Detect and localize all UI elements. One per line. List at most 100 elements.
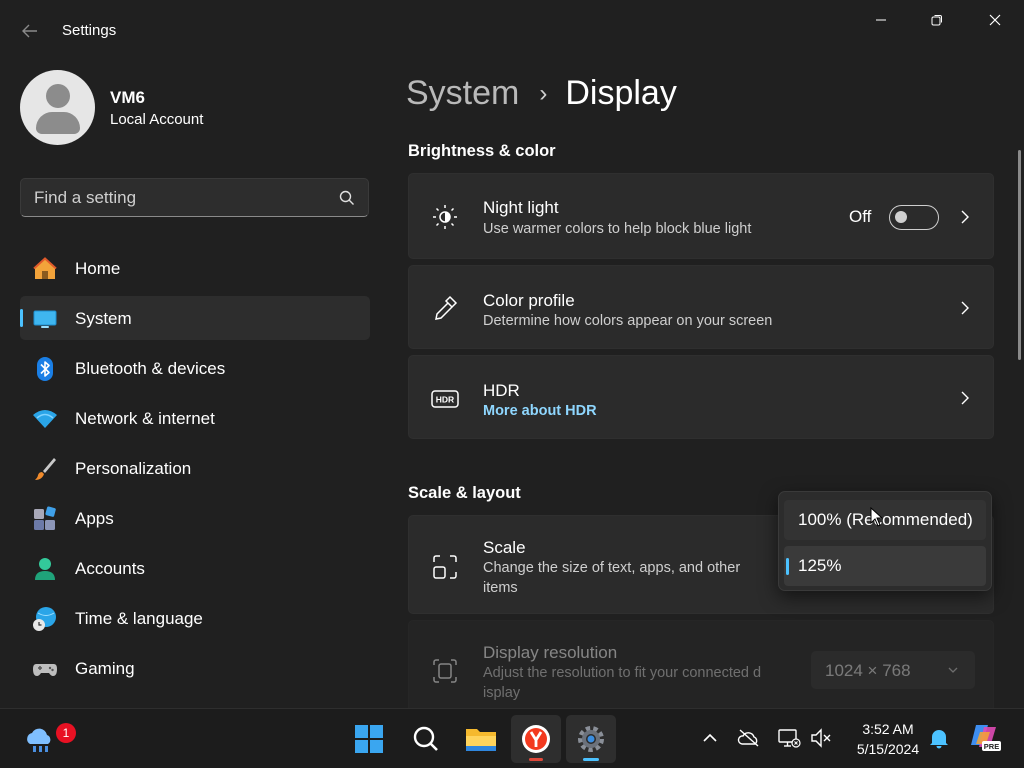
sidebar-item-label: Personalization bbox=[75, 459, 192, 478]
yandex-browser-button[interactable] bbox=[511, 715, 561, 763]
eyedropper-icon bbox=[435, 295, 458, 320]
chevron-right-icon[interactable] bbox=[959, 390, 971, 406]
onedrive-offline-icon bbox=[737, 729, 759, 747]
copilot-button[interactable]: PRE bbox=[968, 722, 1002, 752]
sidebar-item-bluetooth[interactable]: Bluetooth & devices bbox=[20, 346, 370, 390]
sidebar-item-label: Time & language bbox=[75, 609, 203, 628]
svg-text:HDR: HDR bbox=[436, 395, 454, 405]
resolution-icon bbox=[433, 659, 457, 683]
color-profile-card[interactable]: Color profile Determine how colors appea… bbox=[408, 265, 994, 349]
search-icon bbox=[413, 726, 438, 751]
chevron-right-icon[interactable] bbox=[959, 209, 971, 225]
taskbar-search-button[interactable] bbox=[401, 715, 451, 763]
volume-muted-icon bbox=[811, 728, 831, 748]
resolution-value: 1024 × 768 bbox=[825, 661, 911, 680]
scale-title: Scale bbox=[483, 538, 526, 557]
avatar[interactable] bbox=[20, 70, 95, 145]
gamepad-icon bbox=[33, 664, 57, 676]
show-hidden-icons-button[interactable] bbox=[697, 725, 723, 751]
notification-badge: 1 bbox=[56, 723, 76, 743]
scale-option-100[interactable]: 100% (Recommended) bbox=[784, 500, 986, 540]
avatar-body bbox=[36, 112, 80, 134]
color-profile-subtitle: Determine how colors appear on your scre… bbox=[483, 313, 773, 329]
system-clock[interactable]: 3:52 AM 5/15/2024 bbox=[840, 719, 936, 759]
display-resolution-subtitle-line1: Adjust the resolution to fit your connec… bbox=[483, 665, 762, 681]
sidebar-item-label: Network & internet bbox=[75, 409, 215, 428]
scale-dropdown-menu: 100% (Recommended) 125% bbox=[778, 491, 992, 591]
hdr-title: HDR bbox=[483, 381, 520, 400]
sidebar-item-label: System bbox=[75, 309, 132, 328]
yandex-browser-icon bbox=[522, 725, 550, 753]
apps-icon bbox=[34, 506, 56, 530]
night-light-subtitle: Use warmer colors to help block blue lig… bbox=[483, 221, 752, 237]
scale-subtitle-line1: Change the size of text, apps, and other bbox=[483, 560, 741, 576]
running-indicator bbox=[529, 758, 543, 761]
sidebar-item-gaming[interactable]: Gaming bbox=[20, 646, 370, 690]
minimize-button[interactable] bbox=[858, 6, 904, 34]
notifications-button[interactable] bbox=[926, 725, 952, 751]
back-arrow-icon[interactable] bbox=[16, 18, 44, 44]
scale-option-label: 100% (Recommended) bbox=[798, 510, 973, 529]
volume-tray-button[interactable] bbox=[808, 725, 834, 751]
night-light-icon bbox=[433, 205, 457, 229]
scale-option-125[interactable]: 125% bbox=[784, 546, 986, 586]
mouse-cursor-icon bbox=[870, 507, 884, 527]
more-about-hdr-link[interactable]: More about HDR bbox=[483, 403, 597, 419]
chevron-right-icon[interactable] bbox=[959, 300, 971, 316]
night-light-title: Night light bbox=[483, 198, 559, 217]
sidebar-item-network[interactable]: Network & internet bbox=[20, 396, 370, 440]
sidebar-item-label: Home bbox=[75, 259, 121, 278]
scale-icon bbox=[433, 555, 457, 579]
file-explorer-icon bbox=[466, 729, 496, 751]
display-resolution-card[interactable]: Display resolution Adjust the resolution… bbox=[408, 620, 994, 708]
resolution-dropdown[interactable]: 1024 × 768 bbox=[811, 651, 975, 689]
restore-icon bbox=[931, 15, 942, 26]
file-explorer-button[interactable] bbox=[456, 715, 506, 763]
start-icon bbox=[355, 725, 383, 753]
display-resolution-subtitle-line2: isplay bbox=[483, 685, 521, 701]
sidebar-item-label: Apps bbox=[75, 509, 114, 528]
settings-taskbar-button[interactable] bbox=[566, 715, 616, 763]
sidebar-item-personalization[interactable]: Personalization bbox=[20, 446, 370, 490]
paintbrush-icon bbox=[35, 458, 56, 480]
sidebar-item-label: Gaming bbox=[75, 659, 135, 678]
clock-date: 5/15/2024 bbox=[856, 741, 920, 757]
sidebar-item-time-language[interactable]: Time & language bbox=[20, 596, 370, 640]
search-icon[interactable] bbox=[338, 189, 356, 207]
hdr-icon: HDR bbox=[431, 390, 459, 408]
account-type: Local Account bbox=[110, 111, 204, 128]
sidebar-item-accounts[interactable]: Accounts bbox=[20, 546, 370, 590]
chevron-down-icon bbox=[948, 667, 958, 673]
night-light-card[interactable]: Night light Use warmer colors to help bl… bbox=[408, 173, 994, 259]
search-input[interactable]: Find a setting bbox=[20, 178, 369, 217]
section-title-scale: Scale & layout bbox=[408, 484, 521, 502]
title-bar: Settings bbox=[0, 0, 1024, 60]
search-placeholder: Find a setting bbox=[34, 188, 137, 207]
home-icon bbox=[33, 257, 57, 279]
section-title-brightness: Brightness & color bbox=[408, 142, 556, 160]
system-display-icon bbox=[33, 310, 57, 328]
breadcrumb-parent[interactable]: System bbox=[406, 74, 519, 113]
user-name: VM6 bbox=[110, 88, 145, 107]
start-button[interactable] bbox=[344, 715, 394, 763]
widgets-button[interactable]: 1 bbox=[16, 715, 76, 763]
night-light-toggle[interactable] bbox=[889, 205, 939, 230]
restore-button[interactable] bbox=[914, 6, 960, 34]
weather-widget-icon bbox=[27, 728, 51, 752]
breadcrumb-separator: › bbox=[539, 79, 548, 107]
sidebar-item-system[interactable]: System bbox=[20, 296, 370, 340]
app-title: Settings bbox=[62, 22, 117, 39]
bell-icon bbox=[930, 730, 948, 749]
scrollbar[interactable] bbox=[1018, 150, 1021, 360]
bluetooth-icon bbox=[37, 357, 53, 381]
network-tray-button[interactable] bbox=[776, 725, 802, 751]
sidebar-item-apps[interactable]: Apps bbox=[20, 496, 370, 540]
close-button[interactable] bbox=[972, 6, 1018, 34]
color-profile-title: Color profile bbox=[483, 291, 575, 310]
copilot-icon: PRE bbox=[971, 725, 1001, 751]
hdr-card[interactable]: HDR HDR More about HDR bbox=[408, 355, 994, 439]
sidebar-item-home[interactable]: Home bbox=[20, 246, 370, 290]
onedrive-tray-button[interactable] bbox=[736, 725, 762, 751]
night-light-toggle-label: Off bbox=[849, 207, 872, 226]
network-icon bbox=[778, 729, 801, 748]
